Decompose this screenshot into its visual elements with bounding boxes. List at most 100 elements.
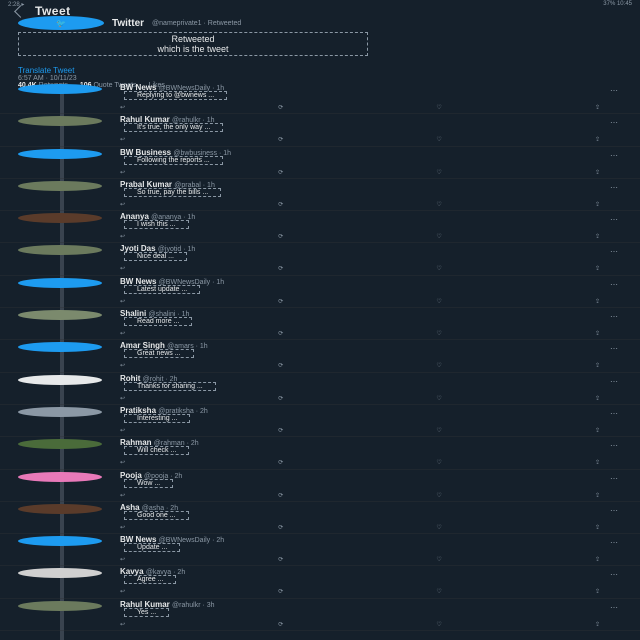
retweet-icon[interactable]: ⟳: [278, 265, 283, 272]
avatar[interactable]: [18, 471, 102, 482]
reply-icon[interactable]: ↩: [120, 330, 125, 337]
author-name[interactable]: Twitter: [112, 18, 144, 29]
share-icon[interactable]: ⇪: [595, 459, 600, 466]
retweet-icon[interactable]: ⟳: [278, 621, 283, 628]
more-icon[interactable]: ⋯: [610, 247, 618, 256]
share-icon[interactable]: ⇪: [595, 233, 600, 240]
reply-item[interactable]: Shalini @shalini · 1h Read more ... ↩ ⟳ ♡ ⇪ ⋯: [0, 308, 640, 341]
reply-item[interactable]: Ananya @ananya · 1h I wish this ... ↩ ⟳ ♡ ⇪ ⋯: [0, 211, 640, 244]
retweet-icon[interactable]: ⟳: [278, 588, 283, 595]
avatar[interactable]: [18, 374, 102, 385]
reply-item[interactable]: Pooja @pooja · 2h Wow ... ↩ ⟳ ♡ ⇪ ⋯: [0, 470, 640, 502]
like-icon[interactable]: ♡: [436, 556, 441, 563]
reply-icon[interactable]: ↩: [120, 169, 125, 176]
more-icon[interactable]: ⋯: [610, 118, 618, 127]
share-icon[interactable]: ⇪: [595, 621, 600, 628]
share-icon[interactable]: ⇪: [595, 330, 600, 337]
retweet-icon[interactable]: ⟳: [278, 556, 283, 563]
like-icon[interactable]: ♡: [436, 524, 441, 531]
retweet-icon[interactable]: ⟳: [278, 136, 283, 143]
like-icon[interactable]: ♡: [436, 395, 441, 402]
share-icon[interactable]: ⇪: [595, 265, 600, 272]
retweet-icon[interactable]: ⟳: [278, 459, 283, 466]
reply-icon[interactable]: ↩: [120, 298, 125, 305]
like-icon[interactable]: ♡: [436, 169, 441, 176]
share-icon[interactable]: ⇪: [595, 169, 600, 176]
avatar[interactable]: [18, 406, 102, 417]
retweet-icon[interactable]: ⟳: [278, 492, 283, 499]
avatar[interactable]: [18, 180, 102, 191]
share-icon[interactable]: ⇪: [595, 201, 600, 208]
like-icon[interactable]: ♡: [436, 621, 441, 628]
avatar[interactable]: [18, 503, 102, 514]
reply-item[interactable]: Amar Singh @amars · 1h Great news ... ↩ ⟳ ♡ ⇪…: [0, 340, 640, 373]
quoted-tweet[interactable]: Retweeted which is the tweet: [18, 32, 368, 56]
retweet-icon[interactable]: ⟳: [278, 524, 283, 531]
reply-item[interactable]: BW Business @bwbusiness · 1h Following th…: [0, 147, 640, 179]
share-icon[interactable]: ⇪: [595, 588, 600, 595]
share-icon[interactable]: ⇪: [595, 427, 600, 434]
more-icon[interactable]: ⋯: [610, 506, 618, 515]
reply-item[interactable]: BW News @BWNewsDaily · 1h Replying to @bw…: [0, 82, 640, 115]
more-icon[interactable]: ⋯: [610, 183, 618, 192]
reply-icon[interactable]: ↩: [120, 556, 125, 563]
reply-icon[interactable]: ↩: [120, 588, 125, 595]
reply-icon[interactable]: ↩: [120, 265, 125, 272]
avatar[interactable]: [18, 148, 102, 159]
reply-item[interactable]: BW News @BWNewsDaily · 2h Update ... ↩ ⟳ ♡ ⇪ ⋯: [0, 534, 640, 567]
avatar[interactable]: [18, 342, 102, 353]
reply-item[interactable]: Jyoti Das @jyotid · 1h Nice deal ... ↩ ⟳ ♡ ⇪ ⋯: [0, 243, 640, 276]
share-icon[interactable]: ⇪: [595, 524, 600, 531]
more-icon[interactable]: ⋯: [610, 312, 618, 321]
reply-item[interactable]: Rahman @rahman · 2h Will check ... ↩ ⟳ ♡ ⇪ ⋯: [0, 437, 640, 470]
reply-icon[interactable]: ↩: [120, 233, 125, 240]
more-icon[interactable]: ⋯: [610, 409, 618, 418]
share-icon[interactable]: ⇪: [595, 298, 600, 305]
like-icon[interactable]: ♡: [436, 136, 441, 143]
avatar[interactable]: [18, 277, 102, 288]
reply-icon[interactable]: ↩: [120, 492, 125, 499]
like-icon[interactable]: ♡: [436, 427, 441, 434]
reply-item[interactable]: Pratiksha @pratiksha · 2h Interesting ...…: [0, 405, 640, 438]
reply-icon[interactable]: ↩: [120, 621, 125, 628]
avatar[interactable]: [18, 439, 102, 450]
avatar[interactable]: [18, 310, 102, 321]
reply-item[interactable]: Rohit @rohit · 2h Thanks for sharing ... ↩…: [0, 373, 640, 405]
share-icon[interactable]: ⇪: [595, 136, 600, 143]
reply-item[interactable]: Rahul Kumar @rahulkr · 3h Yes ... ↩ ⟳ ♡ ⇪ ⋯: [0, 599, 640, 632]
like-icon[interactable]: ♡: [436, 588, 441, 595]
like-icon[interactable]: ♡: [436, 201, 441, 208]
reply-icon[interactable]: ↩: [120, 201, 125, 208]
like-icon[interactable]: ♡: [436, 330, 441, 337]
retweet-icon[interactable]: ⟳: [278, 362, 283, 369]
reply-item[interactable]: BW News @BWNewsDaily · 1h Latest update .…: [0, 276, 640, 309]
share-icon[interactable]: ⇪: [595, 556, 600, 563]
avatar[interactable]: [18, 600, 102, 611]
like-icon[interactable]: ♡: [436, 362, 441, 369]
avatar[interactable]: [18, 116, 102, 127]
avatar[interactable]: [18, 536, 102, 547]
reply-item[interactable]: Prabal Kumar @prabal · 1h So true, pay th…: [0, 179, 640, 212]
like-icon[interactable]: ♡: [436, 233, 441, 240]
reply-icon[interactable]: ↩: [120, 524, 125, 531]
like-icon[interactable]: ♡: [436, 104, 441, 111]
retweet-icon[interactable]: ⟳: [278, 104, 283, 111]
like-icon[interactable]: ♡: [436, 265, 441, 272]
avatar[interactable]: [18, 84, 102, 94]
reply-item[interactable]: Asha @asha · 2h Good one ... ↩ ⟳ ♡ ⇪ ⋯: [0, 502, 640, 535]
more-icon[interactable]: ⋯: [610, 344, 618, 353]
reply-icon[interactable]: ↩: [120, 104, 125, 111]
share-icon[interactable]: ⇪: [595, 104, 600, 111]
retweet-icon[interactable]: ⟳: [278, 201, 283, 208]
share-icon[interactable]: ⇪: [595, 362, 600, 369]
avatar[interactable]: [18, 568, 102, 579]
share-icon[interactable]: ⇪: [595, 492, 600, 499]
like-icon[interactable]: ♡: [436, 459, 441, 466]
like-icon[interactable]: ♡: [436, 298, 441, 305]
retweet-icon[interactable]: ⟳: [278, 169, 283, 176]
more-icon[interactable]: ⋯: [610, 441, 618, 450]
retweet-icon[interactable]: ⟳: [278, 298, 283, 305]
more-icon[interactable]: ⋯: [610, 603, 618, 612]
reply-icon[interactable]: ↩: [120, 395, 125, 402]
reply-item[interactable]: Rahul Kumar @rahulkr · 1h It's true, the …: [0, 114, 640, 147]
